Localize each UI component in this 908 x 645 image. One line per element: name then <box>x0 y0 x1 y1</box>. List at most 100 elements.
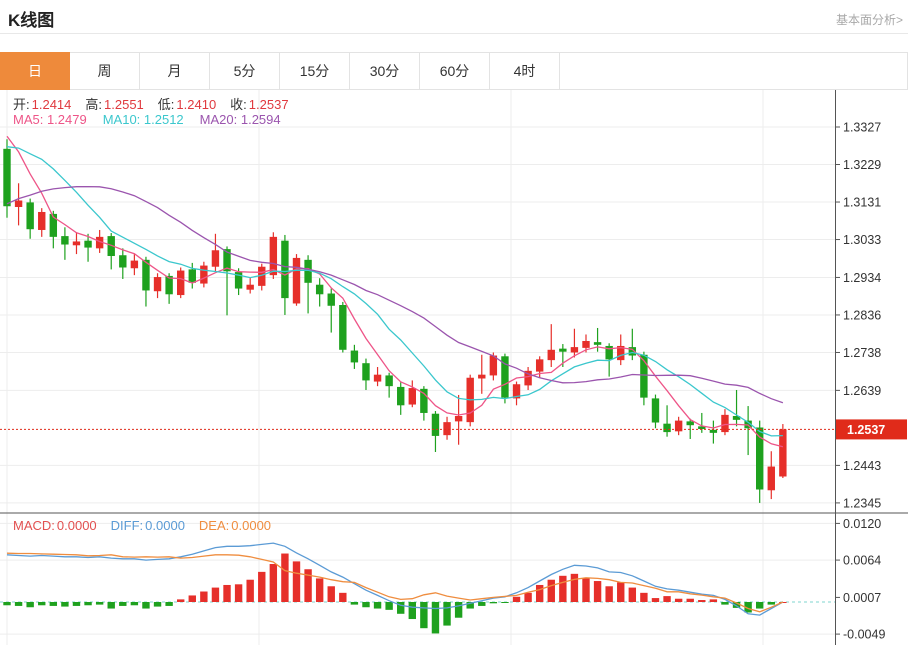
macd-bar <box>270 564 277 602</box>
macd-panel <box>0 543 835 633</box>
macd-bar <box>409 602 416 619</box>
macd-bar <box>154 602 161 607</box>
tab-timeframe-4[interactable]: 15分 <box>280 52 350 90</box>
macd-bar <box>3 602 10 605</box>
candle-body <box>536 359 543 371</box>
candle-body <box>768 467 775 491</box>
price-tick-0: 1.3327 <box>843 121 881 135</box>
price-tick-4: 1.2934 <box>843 271 881 285</box>
macd-bar <box>131 602 138 605</box>
macd-bar <box>223 585 230 602</box>
macd-bar <box>501 602 508 603</box>
macd-bar <box>119 602 126 606</box>
candle-body <box>15 200 22 207</box>
candle-body <box>339 305 346 350</box>
candle-body <box>559 349 566 352</box>
candle-body <box>73 241 80 245</box>
macd-bar <box>165 602 172 606</box>
macd-bar <box>617 582 624 602</box>
macd-bar <box>432 602 439 633</box>
macd-bar <box>455 602 462 618</box>
current-price-badge-label: 1.2537 <box>847 423 885 437</box>
macd-bar <box>316 578 323 602</box>
macd-bar <box>96 602 103 605</box>
macd-tick-0: 0.0120 <box>843 517 881 531</box>
tab-timeframe-6[interactable]: 60分 <box>420 52 490 90</box>
price-tick-6: 1.2738 <box>843 346 881 360</box>
tab-timeframe-1[interactable]: 周 <box>70 52 140 90</box>
macd-bar <box>548 580 555 602</box>
candle-body <box>455 416 462 421</box>
candle-body <box>119 255 126 267</box>
candle-body <box>26 202 33 229</box>
candle-body <box>478 375 485 379</box>
macd-bar <box>61 602 68 607</box>
candle-body <box>61 236 68 244</box>
macd-bar <box>374 602 381 609</box>
candle-body <box>663 424 670 432</box>
kline-chart-canvas[interactable]: 1.33271.32291.31311.30331.29341.28361.27… <box>0 90 908 645</box>
macd-bar <box>235 584 242 602</box>
price-tick-8: 1.2443 <box>843 459 881 473</box>
candle-body <box>432 414 439 436</box>
macd-bar <box>84 602 91 605</box>
tab-timeframe-5[interactable]: 30分 <box>350 52 420 90</box>
macd-bar <box>663 596 670 602</box>
tab-timeframe-2[interactable]: 月 <box>140 52 210 90</box>
candle-body <box>443 422 450 435</box>
candle-body <box>177 271 184 295</box>
macd-bar <box>50 602 57 606</box>
macd-bar <box>687 599 694 602</box>
candle-body <box>582 341 589 348</box>
candle-body <box>594 342 601 345</box>
macd-bar <box>281 554 288 602</box>
macd-bar <box>640 593 647 602</box>
candle-body <box>154 277 161 291</box>
macd-bar <box>536 585 543 602</box>
price-tick-7: 1.2639 <box>843 384 881 398</box>
tabbar-spacer <box>560 52 908 90</box>
macd-bar <box>351 602 358 605</box>
macd-bar <box>108 602 115 609</box>
candle-body <box>385 375 392 386</box>
macd-tick-1: 0.0064 <box>843 554 881 568</box>
candle-body <box>409 388 416 404</box>
candle-body <box>571 347 578 352</box>
macd-bar <box>756 602 763 609</box>
macd-bar <box>258 572 265 602</box>
candle-body <box>362 363 369 380</box>
candle-body <box>212 250 219 266</box>
macd-bar <box>189 595 196 602</box>
macd-bar <box>559 576 566 602</box>
macd-bar <box>362 602 369 607</box>
price-axis: 1.33271.32291.31311.30331.29341.28361.27… <box>0 90 908 645</box>
tab-timeframe-3[interactable]: 5分 <box>210 52 280 90</box>
candle-body <box>131 261 138 269</box>
macd-bar <box>698 600 705 602</box>
candle-body <box>351 351 358 363</box>
candle-body <box>548 350 555 360</box>
macd-bar <box>339 593 346 602</box>
tab-timeframe-0[interactable]: 日 <box>0 52 70 90</box>
tab-timeframe-7[interactable]: 4时 <box>490 52 560 90</box>
macd-bar <box>385 602 392 610</box>
candle-body <box>316 285 323 295</box>
macd-bar <box>212 588 219 602</box>
grid-layer <box>0 90 835 645</box>
macd-bar <box>246 580 253 602</box>
macd-tick-3: -0.0049 <box>843 628 885 642</box>
candle-body <box>3 149 10 206</box>
macd-bar <box>443 602 450 626</box>
macd-bar <box>142 602 149 609</box>
fundamental-analysis-link[interactable]: 基本面分析> <box>836 11 903 28</box>
page-title: K线图 <box>8 6 54 31</box>
candle-body <box>397 387 404 405</box>
macd-bar <box>629 588 636 602</box>
candle-body <box>38 212 45 230</box>
candle-body <box>374 375 381 382</box>
price-tick-5: 1.2836 <box>843 308 881 322</box>
macd-bar <box>768 602 775 605</box>
macd-bar <box>571 574 578 602</box>
macd-bar <box>177 599 184 602</box>
chart-area: 开:1.2414高:1.2551低:1.2410收:1.2537 MA5: 1.… <box>0 90 908 645</box>
